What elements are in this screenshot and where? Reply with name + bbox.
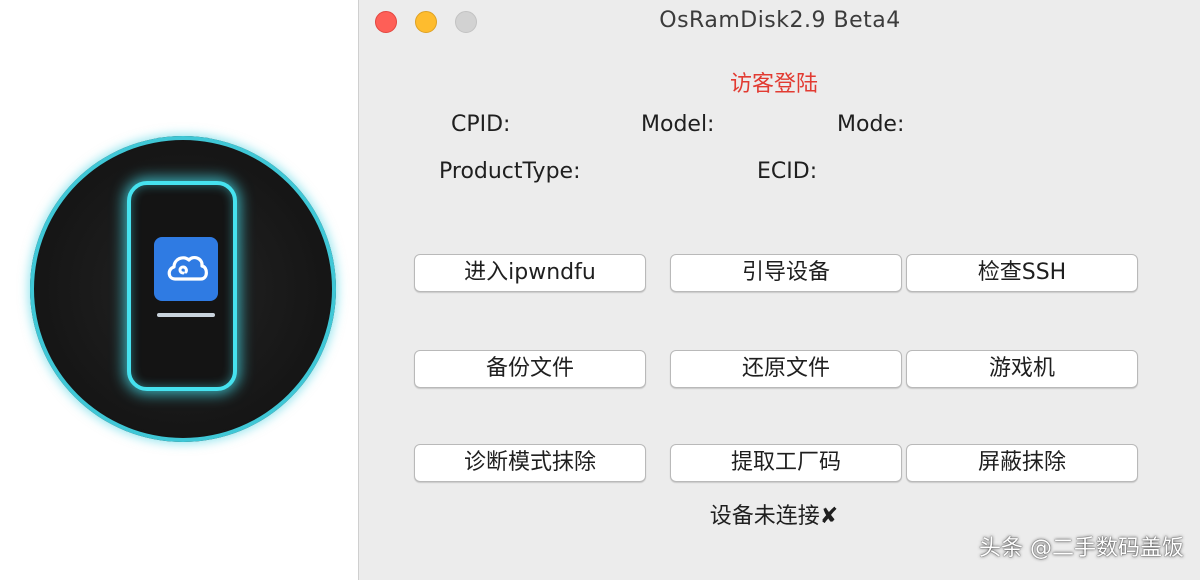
product-type-label: ProductType: [439, 159, 581, 184]
phone-outline-icon [127, 181, 237, 391]
phone-cloud-icon [30, 136, 336, 442]
model-label: Model: [641, 112, 715, 137]
game-console-button[interactable]: 游戏机 [906, 350, 1138, 388]
extract-factory-code-button[interactable]: 提取工厂码 [670, 444, 902, 482]
ecid-label: ECID: [757, 159, 818, 184]
restore-files-button[interactable]: 还原文件 [670, 350, 902, 388]
mode-label: Mode: [837, 112, 905, 137]
cloud-icon [154, 237, 218, 301]
phone-home-bar [157, 313, 215, 317]
cpid-label: CPID: [451, 112, 511, 137]
watermark: 头条 @二手数码盖饭 [979, 536, 1184, 561]
connection-status: 设备未连接✘ [709, 504, 839, 529]
title-bar: OsRamDisk2.9 Beta4 [359, 0, 1200, 44]
boot-device-button[interactable]: 引导设备 [670, 254, 902, 292]
diag-erase-button[interactable]: 诊断模式抹除 [414, 444, 646, 482]
backup-files-button[interactable]: 备份文件 [414, 350, 646, 388]
block-erase-button[interactable]: 屏蔽抹除 [906, 444, 1138, 482]
window-title: OsRamDisk2.9 Beta4 [659, 8, 901, 33]
check-ssh-button[interactable]: 检查SSH [906, 254, 1138, 292]
enter-dfu-button[interactable]: 进入ipwndfu [414, 254, 646, 292]
app-logo-panel [0, 0, 358, 580]
guest-login-link[interactable]: 访客登陆 [359, 66, 1189, 98]
app-window: OsRamDisk2.9 Beta4 访客登陆 CPID: Model: Mod… [358, 0, 1200, 580]
